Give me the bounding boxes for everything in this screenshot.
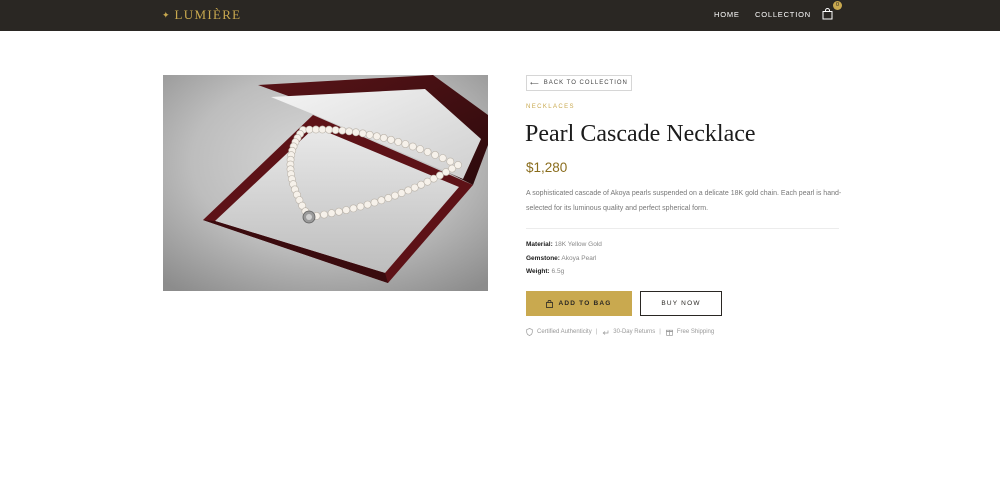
perk-label: 30-Day Returns: [613, 329, 656, 335]
back-button-label: BACK TO COLLECTION: [543, 80, 628, 86]
sparkle-icon: ✦: [162, 10, 170, 20]
spec-material: Material: 18K Yellow Gold: [526, 241, 602, 248]
spec-weight: Weight: 6.5g: [526, 268, 564, 275]
nav-home-link[interactable]: HOME: [714, 10, 740, 19]
product-perks: Certified Authenticity | 30-Day Returns …: [526, 328, 714, 336]
add-to-bag-button[interactable]: ADD TO BAG: [526, 291, 632, 316]
perk-label: Free Shipping: [676, 329, 715, 335]
add-to-bag-label: ADD TO BAG: [558, 300, 612, 307]
spec-value: 6.5g: [551, 268, 565, 275]
product-image: [163, 75, 488, 291]
perk-label: Certified Authenticity: [537, 329, 592, 335]
cart-button[interactable]: [822, 8, 833, 20]
product-title: Pearl Cascade Necklace: [525, 121, 756, 147]
spec-label: Material:: [526, 241, 553, 248]
spec-value: Akoya Pearl: [561, 255, 597, 262]
shopping-bag-icon: [546, 299, 554, 308]
arrow-left-icon: ⟵: [530, 80, 540, 87]
buy-now-label: BUY NOW: [661, 300, 701, 307]
gift-box-icon: [665, 329, 673, 336]
perk-separator: |: [595, 329, 598, 335]
perk-returns: 30-Day Returns: [602, 329, 655, 336]
nav-collection-link[interactable]: COLLECTION: [755, 10, 811, 19]
shopping-bag-icon: [822, 8, 833, 20]
brand-logo[interactable]: ✦ LUMIÈRE: [162, 8, 241, 22]
buy-now-button[interactable]: BUY NOW: [640, 291, 722, 316]
product-category: NECKLACES: [526, 104, 575, 110]
top-navigation-bar: ✦ LUMIÈRE HOME COLLECTION 0: [0, 0, 1000, 31]
spec-value: 18K Yellow Gold: [554, 241, 602, 248]
perk-authenticity: Certified Authenticity: [526, 328, 592, 336]
spec-label: Gemstone:: [526, 255, 560, 262]
perk-separator: |: [659, 329, 661, 335]
spec-gemstone: Gemstone: Akoya Pearl: [526, 255, 596, 262]
product-description: A sophisticated cascade of Akoya pearls …: [526, 190, 842, 212]
pearl-necklace-photo: [163, 75, 488, 291]
shield-icon: [526, 328, 533, 336]
return-arrow-icon: [602, 330, 609, 335]
brand-name: LUMIÈRE: [174, 7, 242, 22]
divider: [526, 228, 839, 229]
back-to-collection-button[interactable]: ⟵ BACK TO COLLECTION: [526, 75, 632, 91]
cart-count-badge: 0: [833, 1, 842, 10]
perk-shipping: Free Shipping: [665, 329, 715, 336]
product-price: $1,280: [526, 160, 568, 175]
spec-label: Weight:: [526, 268, 550, 275]
